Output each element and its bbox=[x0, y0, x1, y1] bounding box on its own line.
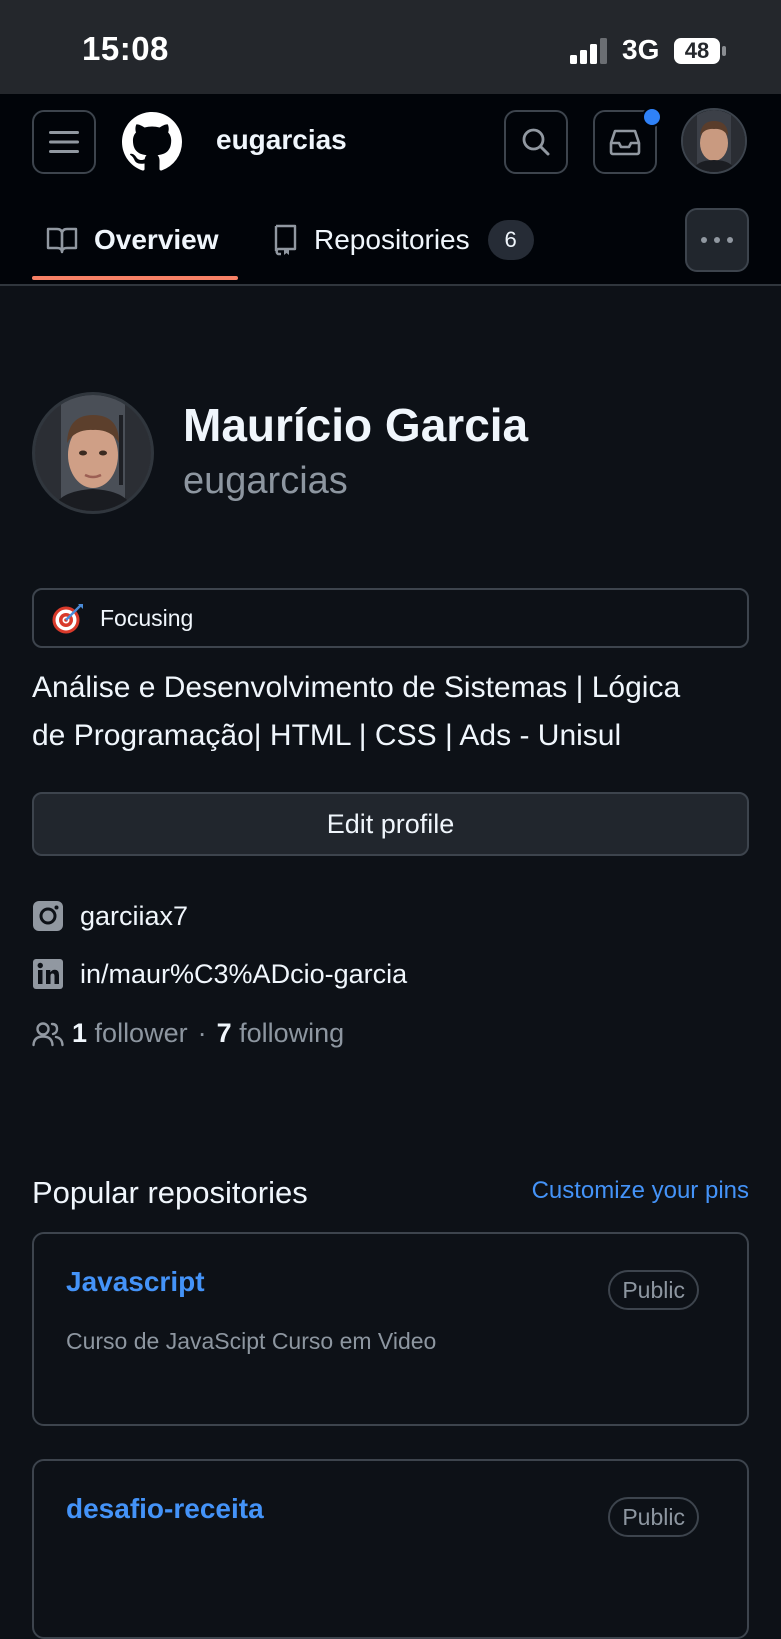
bio-line: de Programação| HTML | CSS | Ads - Unisu… bbox=[32, 719, 622, 752]
following-label: following bbox=[239, 1018, 345, 1048]
repo-name-link[interactable]: desafio-receita bbox=[66, 1493, 264, 1525]
battery-icon: 48 bbox=[673, 37, 727, 65]
kebab-horizontal-icon bbox=[701, 237, 733, 243]
linkedin-link[interactable]: in/maur%C3%ADcio-garcia bbox=[32, 958, 407, 990]
profile-name: Maurício Garcia bbox=[183, 399, 529, 451]
tab-overview[interactable]: Overview bbox=[46, 208, 219, 272]
inbox-icon bbox=[609, 129, 641, 156]
status-bar: 15:08 3G 48 bbox=[0, 0, 781, 94]
tab-overview-label: Overview bbox=[94, 224, 219, 255]
visibility-badge: Public bbox=[608, 1270, 699, 1310]
repo-icon bbox=[272, 224, 298, 256]
followers-label: follower bbox=[94, 1018, 188, 1048]
linkedin-handle: in/maur%C3%ADcio-garcia bbox=[80, 958, 408, 989]
user-status[interactable]: Focusing bbox=[32, 588, 749, 648]
book-icon bbox=[46, 226, 78, 254]
instagram-link[interactable]: garciiax7 bbox=[32, 900, 188, 932]
profile-avatar[interactable] bbox=[32, 392, 154, 514]
instagram-icon bbox=[32, 900, 64, 932]
profile-bio: Análise e Desenvolvimento de Sistemas | … bbox=[32, 664, 752, 760]
popular-repositories-heading: Popular repositories bbox=[32, 1175, 308, 1210]
search-button[interactable] bbox=[504, 110, 568, 174]
battery-level: 48 bbox=[684, 38, 710, 63]
separator-dot: · bbox=[197, 1018, 207, 1048]
tab-repositories-label: Repositories bbox=[314, 224, 470, 255]
app-header: eugarcias Overview Repositories 6 bbox=[0, 94, 781, 286]
followers-link[interactable]: 1 follower bbox=[72, 1018, 188, 1049]
selected-tab-indicator bbox=[32, 276, 238, 280]
edit-profile-button[interactable]: Edit profile bbox=[32, 792, 749, 856]
following-link[interactable]: 7 following bbox=[217, 1018, 345, 1049]
search-icon bbox=[522, 128, 550, 156]
followers-count: 1 bbox=[72, 1018, 88, 1048]
dart-target-icon bbox=[52, 604, 83, 634]
customize-pins-link[interactable]: Customize your pins bbox=[532, 1177, 749, 1205]
follow-stats: 1 follower · 7 following bbox=[32, 1018, 344, 1049]
repo-description: Curso de JavaScipt Curso em Video bbox=[66, 1328, 437, 1354]
repositories-count: 6 bbox=[487, 220, 534, 260]
more-options-button[interactable] bbox=[685, 208, 749, 272]
people-icon bbox=[32, 1021, 64, 1046]
menu-button[interactable] bbox=[32, 110, 96, 174]
notification-dot bbox=[642, 107, 662, 127]
visibility-badge: Public bbox=[608, 1497, 699, 1537]
hamburger-icon bbox=[49, 131, 79, 153]
status-time: 15:08 bbox=[82, 30, 169, 67]
network-type: 3G bbox=[622, 34, 660, 65]
header-username[interactable]: eugarcias bbox=[216, 124, 347, 156]
instagram-handle: garciiax7 bbox=[80, 900, 189, 931]
repo-card[interactable]: desafio-receita Public bbox=[32, 1459, 749, 1639]
profile-login: eugarcias bbox=[183, 460, 348, 502]
following-count: 7 bbox=[216, 1018, 232, 1048]
cellular-signal-icon bbox=[570, 38, 607, 64]
github-logo-icon[interactable] bbox=[122, 112, 182, 172]
bio-line: Análise e Desenvolvimento de Sistemas | … bbox=[32, 671, 681, 704]
tab-repositories[interactable]: Repositories 6 bbox=[272, 208, 534, 272]
repo-name-link[interactable]: Javascript bbox=[66, 1266, 205, 1298]
linkedin-icon bbox=[32, 958, 64, 990]
header-avatar[interactable] bbox=[681, 108, 747, 174]
status-text: Focusing bbox=[100, 604, 194, 631]
repo-card[interactable]: Javascript Public Curso de JavaScipt Cur… bbox=[32, 1232, 749, 1426]
